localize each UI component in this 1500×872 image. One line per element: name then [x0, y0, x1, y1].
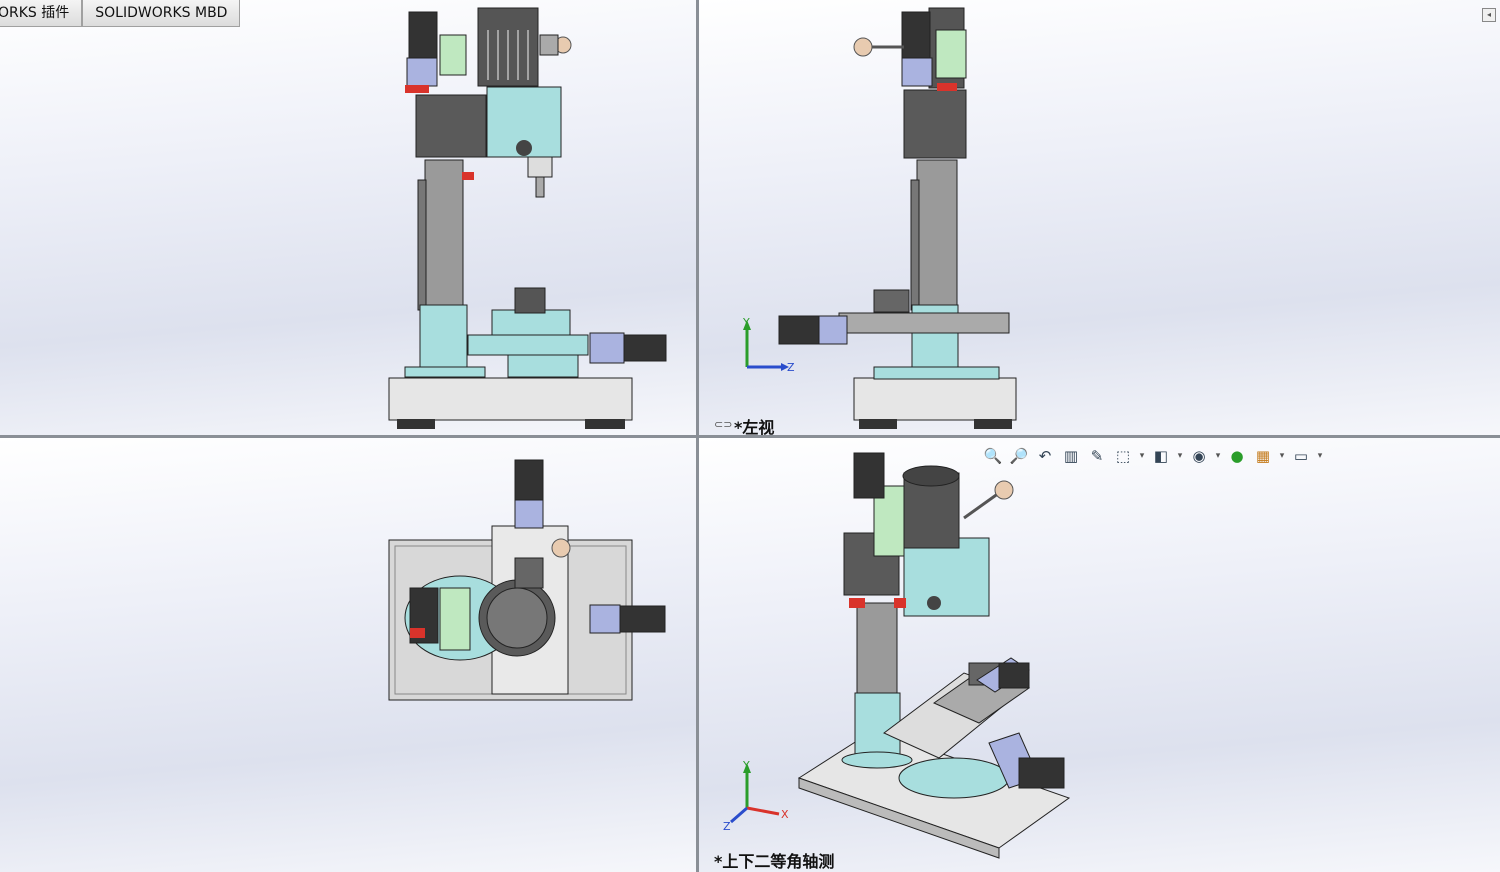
viewport-top[interactable] — [0, 438, 696, 872]
chevron-down-icon[interactable]: ▾ — [1214, 446, 1222, 466]
chevron-down-icon[interactable]: ▾ — [1138, 446, 1146, 466]
viewport-left[interactable]: Y Z ⊂⊃ *左视 ◂ — [699, 0, 1500, 435]
dynamic-annotation-icon[interactable]: ✎ — [1086, 446, 1108, 466]
display-style-icon[interactable]: ◧ — [1150, 446, 1172, 466]
link-icon: ⊂⊃ — [714, 418, 733, 431]
view-label-iso: *上下二等角轴测 — [714, 852, 835, 871]
top-view-model — [388, 459, 666, 701]
heads-up-view-toolbar: 🔍 🔎 ↶ ▥ ✎ ⬚ ▾ ◧ ▾ ◉ ▾ ● ▦ ▾ ▭ ▾ — [982, 446, 1324, 466]
triad-y-label: Y — [742, 316, 750, 329]
zoom-to-area-icon[interactable]: 🔎 — [1008, 446, 1030, 466]
maximize-viewport-icon[interactable]: ◂ — [1482, 8, 1496, 22]
hide-show-items-icon[interactable]: ◉ — [1188, 446, 1210, 466]
tab-solidworks-addins[interactable]: ORKS 插件 — [0, 0, 83, 27]
view-settings-icon[interactable]: ▭ — [1290, 446, 1312, 466]
view-label-left: *左视 — [734, 418, 775, 435]
chevron-down-icon[interactable]: ▾ — [1316, 446, 1324, 466]
chevron-down-icon[interactable]: ▾ — [1278, 446, 1286, 466]
coordinate-triad-left: Y Z — [742, 316, 795, 374]
tab-solidworks-mbd[interactable]: SOLIDWORKS MBD — [82, 0, 241, 27]
triad-y-label-iso: Y — [742, 759, 750, 772]
viewport-isometric[interactable]: Y X Z *上下二等角轴测 🔍 🔎 ↶ ▥ ✎ ⬚ ▾ ◧ ▾ ◉ ▾ ● ▦… — [699, 438, 1500, 872]
triad-z-label-iso: Z — [723, 820, 731, 833]
zoom-to-fit-icon[interactable]: 🔍 — [982, 446, 1004, 466]
triad-z-label: Z — [787, 361, 795, 374]
triad-x-label: X — [781, 808, 789, 821]
command-manager-tabs: ORKS 插件 SOLIDWORKS MBD — [0, 0, 241, 27]
edit-appearance-icon[interactable]: ● — [1226, 446, 1248, 466]
view-orientation-icon[interactable]: ⬚ — [1112, 446, 1134, 466]
coordinate-triad-iso: Y X Z — [723, 759, 789, 833]
viewport-front[interactable] — [0, 0, 696, 435]
apply-scene-icon[interactable]: ▦ — [1252, 446, 1274, 466]
previous-view-icon[interactable]: ↶ — [1034, 446, 1056, 466]
front-view-model — [388, 7, 667, 429]
section-view-icon[interactable]: ▥ — [1060, 446, 1082, 466]
chevron-down-icon[interactable]: ▾ — [1176, 446, 1184, 466]
